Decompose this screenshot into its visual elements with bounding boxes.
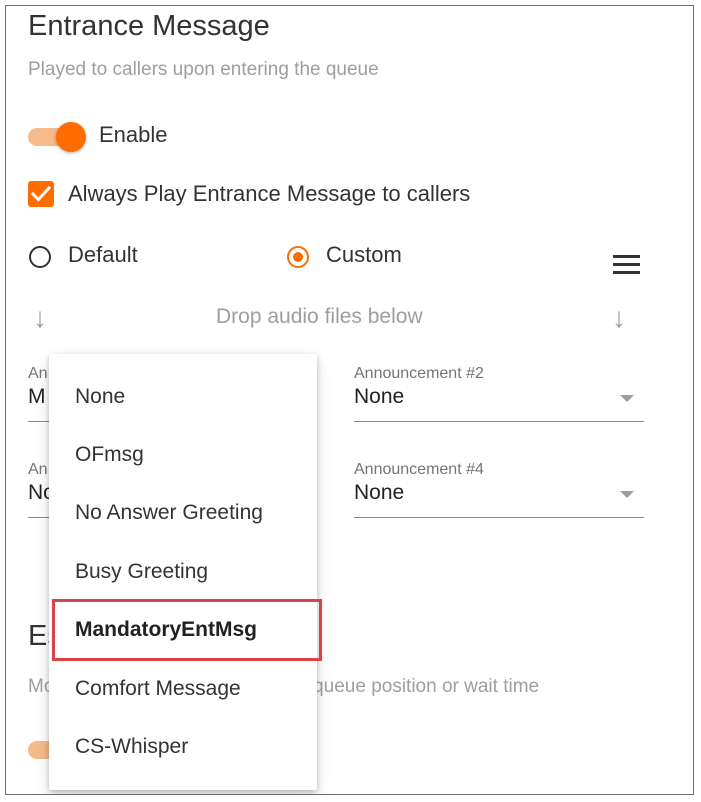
always-play-checkbox[interactable] — [28, 181, 54, 207]
announcement-dropdown-menu: None OFmsg No Answer Greeting Busy Greet… — [49, 354, 317, 790]
check-icon — [31, 185, 51, 202]
announcement-3-label: An — [28, 461, 48, 478]
radio-custom-dot — [293, 252, 303, 262]
announcement-2-label: Announcement #2 — [354, 365, 484, 382]
dropdown-option-cs-whisper[interactable]: CS-Whisper — [49, 718, 317, 776]
chevron-down-icon — [620, 491, 634, 498]
dropdown-option-mandatoryentmsg[interactable]: MandatoryEntMsg — [49, 601, 317, 659]
announcement-2-value: None — [354, 385, 405, 408]
field-underline — [354, 421, 644, 422]
announcement-2-select[interactable]: Announcement #2 None — [354, 365, 644, 425]
menu-icon[interactable] — [613, 255, 640, 275]
dropdown-option-none[interactable]: None — [49, 368, 317, 426]
announcement-1-label: An — [28, 365, 48, 382]
toggle-thumb — [56, 122, 86, 152]
announcement-4-select[interactable]: Announcement #4 None — [354, 461, 644, 521]
radio-custom-label: Custom — [326, 242, 402, 267]
radio-default-label: Default — [68, 242, 138, 267]
radio-custom[interactable] — [287, 246, 309, 268]
announcement-4-label: Announcement #4 — [354, 461, 484, 478]
section-subtitle: Played to callers upon entering the queu… — [28, 59, 379, 80]
entrance-message-panel: Entrance Message Played to callers upon … — [5, 5, 694, 795]
announcement-4-value: None — [354, 481, 405, 504]
enable-label: Enable — [99, 122, 168, 147]
radio-default[interactable] — [29, 246, 51, 268]
drop-zone-text: Drop audio files below — [216, 305, 423, 328]
arrow-down-icon: ↓ — [33, 302, 47, 333]
dropdown-option-busy-greeting[interactable]: Busy Greeting — [49, 543, 317, 601]
enable-toggle[interactable] — [28, 122, 86, 152]
announcement-1-value: M — [28, 385, 46, 408]
dropdown-option-ofmsg[interactable]: OFmsg — [49, 426, 317, 484]
dropdown-option-comfort-message[interactable]: Comfort Message — [49, 660, 317, 718]
arrow-down-icon: ↓ — [612, 302, 626, 333]
dropdown-option-no-answer-greeting[interactable]: No Answer Greeting — [49, 484, 317, 542]
section-title: Entrance Message — [28, 10, 270, 42]
field-underline — [354, 517, 644, 518]
always-play-label: Always Play Entrance Message to callers — [68, 181, 471, 206]
chevron-down-icon — [620, 395, 634, 402]
